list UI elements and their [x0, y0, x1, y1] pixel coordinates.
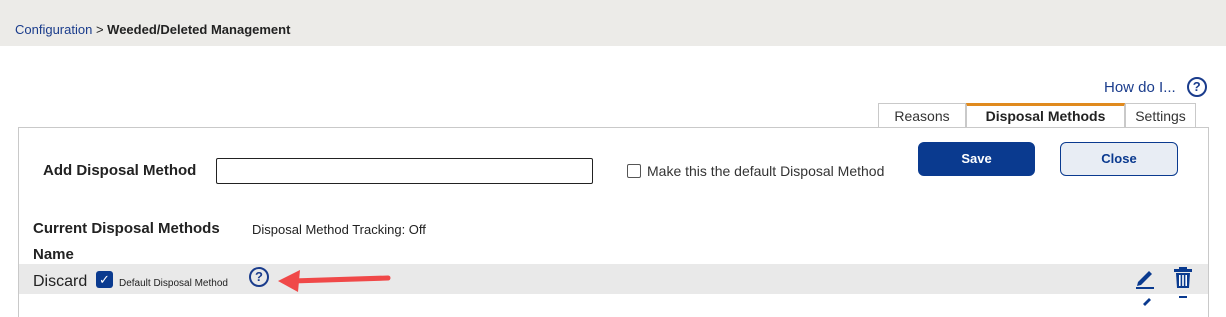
next-row-delete-icon: [1179, 296, 1187, 298]
row-default-label: Default Disposal Method: [119, 278, 228, 289]
tracking-status: Disposal Method Tracking: Off: [252, 222, 426, 237]
breadcrumb-separator: >: [95, 22, 104, 37]
tab-settings[interactable]: Settings: [1125, 103, 1196, 128]
annotation-arrow-icon: [278, 270, 391, 292]
edit-icon[interactable]: [1134, 266, 1156, 290]
save-button[interactable]: Save: [918, 142, 1035, 176]
row-default-checkbox[interactable]: ✓: [96, 271, 113, 288]
current-disposal-methods-heading: Current Disposal Methods: [33, 220, 220, 237]
next-row-edit-icon: [1143, 298, 1151, 306]
tab-disposal-methods[interactable]: Disposal Methods: [966, 103, 1125, 128]
breadcrumb-current: Weeded/Deleted Management: [107, 22, 291, 37]
row-help-icon[interactable]: ?: [249, 267, 269, 287]
breadcrumb-configuration-link[interactable]: Configuration: [15, 22, 92, 37]
help-icon[interactable]: ?: [1186, 77, 1207, 97]
close-button[interactable]: Close: [1060, 142, 1178, 176]
how-do-i-link[interactable]: How do I... ?: [1104, 77, 1207, 97]
tab-bar: Reasons Disposal Methods Settings: [878, 103, 1196, 128]
tab-reasons[interactable]: Reasons: [878, 103, 966, 128]
row-name: Discard: [33, 273, 88, 290]
delete-icon[interactable]: [1173, 266, 1193, 290]
row-help-wrap[interactable]: ?: [249, 267, 269, 287]
default-method-option[interactable]: Make this the default Disposal Method: [627, 163, 884, 179]
add-disposal-method-input[interactable]: [216, 158, 593, 184]
add-disposal-method-label: Add Disposal Method: [43, 162, 197, 179]
default-method-checkbox[interactable]: [627, 164, 641, 178]
breadcrumb: Configuration > Weeded/Deleted Managemen…: [15, 22, 290, 37]
name-column-header: Name: [33, 246, 74, 263]
how-do-i-label[interactable]: How do I...: [1104, 79, 1176, 96]
default-method-checkbox-label[interactable]: Make this the default Disposal Method: [647, 163, 884, 179]
